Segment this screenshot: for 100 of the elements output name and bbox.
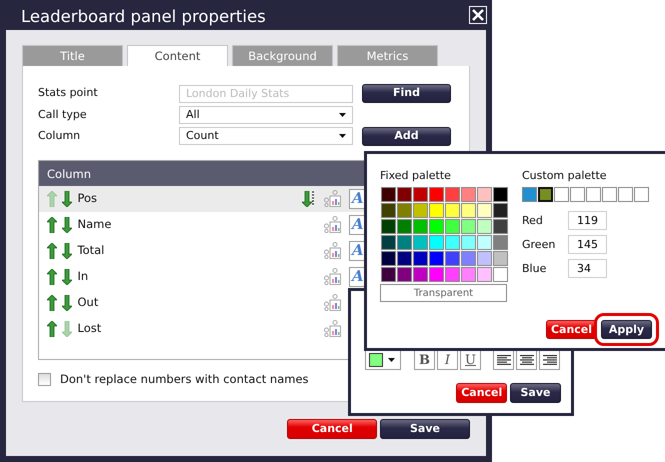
cancel-button[interactable]: Cancel (546, 320, 597, 340)
move-down-icon[interactable] (62, 216, 72, 232)
channel-label: Blue (522, 260, 548, 276)
color-swatch[interactable] (445, 203, 460, 218)
color-swatch[interactable] (445, 219, 460, 234)
chart-icon[interactable] (324, 242, 341, 259)
custom-swatch[interactable] (570, 187, 585, 202)
color-swatch[interactable] (445, 187, 460, 202)
align-center-button[interactable] (516, 350, 537, 370)
save-button[interactable]: Save (510, 383, 561, 403)
color-swatch[interactable] (397, 267, 412, 282)
custom-swatch[interactable] (554, 187, 569, 202)
color-swatch[interactable] (381, 187, 396, 202)
move-up-icon[interactable] (47, 320, 57, 336)
move-down-icon[interactable] (62, 294, 72, 310)
move-down-icon[interactable] (62, 190, 72, 206)
chart-icon[interactable] (324, 294, 341, 311)
color-swatch[interactable] (493, 219, 508, 234)
color-swatch[interactable] (381, 267, 396, 282)
color-swatch[interactable] (477, 187, 492, 202)
channel-field[interactable]: 34 (568, 259, 607, 278)
color-swatch[interactable] (413, 251, 428, 266)
color-swatch[interactable] (413, 267, 428, 282)
color-swatch[interactable] (461, 267, 476, 282)
color-swatch[interactable] (493, 203, 508, 218)
color-swatch[interactable] (477, 219, 492, 234)
close-icon[interactable] (469, 6, 487, 24)
color-swatch[interactable] (461, 251, 476, 266)
color-swatch[interactable] (413, 203, 428, 218)
chart-icon[interactable] (324, 320, 341, 337)
chart-icon[interactable] (324, 268, 341, 285)
move-up-icon[interactable] (47, 242, 57, 258)
color-swatch[interactable] (461, 187, 476, 202)
color-swatch[interactable] (477, 251, 492, 266)
color-swatch[interactable] (429, 203, 444, 218)
move-up-icon[interactable] (47, 268, 57, 284)
color-swatch[interactable] (477, 203, 492, 218)
add-button[interactable]: Add (362, 126, 451, 146)
underline-button[interactable]: U (460, 350, 481, 370)
move-down-icon[interactable] (62, 268, 72, 284)
align-left-button[interactable] (493, 350, 514, 370)
bold-button[interactable]: B (414, 350, 435, 370)
color-swatch[interactable] (461, 219, 476, 234)
color-swatch[interactable] (493, 235, 508, 250)
move-down-icon[interactable] (62, 242, 72, 258)
color-swatch[interactable] (381, 235, 396, 250)
color-swatch[interactable] (445, 251, 460, 266)
color-swatch[interactable] (397, 251, 412, 266)
color-swatch[interactable] (413, 187, 428, 202)
color-swatch[interactable] (445, 235, 460, 250)
color-swatch[interactable] (429, 219, 444, 234)
call-type-dropdown[interactable]: All (179, 106, 353, 124)
column-name: Pos (78, 190, 98, 207)
color-swatch[interactable] (397, 219, 412, 234)
custom-swatch[interactable] (538, 187, 553, 202)
color-swatch[interactable] (429, 187, 444, 202)
chart-icon[interactable] (324, 190, 341, 207)
cancel-button[interactable]: Cancel (287, 419, 378, 439)
move-up-icon[interactable] (47, 294, 57, 310)
column-dropdown[interactable]: Count (179, 127, 353, 145)
custom-swatch[interactable] (586, 187, 601, 202)
color-swatch[interactable] (397, 203, 412, 218)
move-up-icon[interactable] (47, 216, 57, 232)
align-right-button[interactable] (539, 350, 560, 370)
checkbox[interactable] (38, 372, 51, 386)
color-swatch[interactable] (493, 267, 508, 282)
save-button[interactable]: Save (380, 419, 470, 439)
transparent-button[interactable]: Transparent (380, 284, 507, 302)
column-name: Lost (78, 320, 102, 337)
color-swatch[interactable] (493, 251, 508, 266)
stats-point-field[interactable]: London Daily Stats (179, 84, 353, 102)
custom-swatch[interactable] (522, 187, 537, 202)
field-label: Stats point (38, 85, 99, 102)
color-swatch[interactable] (413, 219, 428, 234)
sort-icon[interactable] (302, 190, 314, 206)
color-swatch[interactable] (429, 267, 444, 282)
color-swatch[interactable] (461, 235, 476, 250)
color-swatch[interactable] (381, 203, 396, 218)
color-swatch[interactable] (445, 267, 460, 282)
italic-button[interactable]: I (437, 350, 458, 370)
cancel-button[interactable]: Cancel (456, 383, 508, 403)
find-button[interactable]: Find (362, 84, 451, 103)
color-swatch[interactable] (429, 235, 444, 250)
color-swatch[interactable] (413, 235, 428, 250)
custom-swatch[interactable] (634, 187, 649, 202)
color-swatch[interactable] (397, 187, 412, 202)
color-swatch[interactable] (461, 203, 476, 218)
custom-swatch[interactable] (602, 187, 617, 202)
color-swatch[interactable] (493, 187, 508, 202)
color-swatch[interactable] (381, 251, 396, 266)
channel-field[interactable]: 145 (568, 235, 607, 254)
color-swatch[interactable] (397, 235, 412, 250)
channel-field[interactable]: 119 (568, 211, 607, 230)
tab[interactable]: Content (127, 45, 228, 66)
color-swatch[interactable] (381, 219, 396, 234)
color-swatch[interactable] (477, 267, 492, 282)
custom-swatch[interactable] (618, 187, 633, 202)
chart-icon[interactable] (324, 216, 341, 233)
color-swatch[interactable] (477, 235, 492, 250)
color-swatch[interactable] (429, 251, 444, 266)
